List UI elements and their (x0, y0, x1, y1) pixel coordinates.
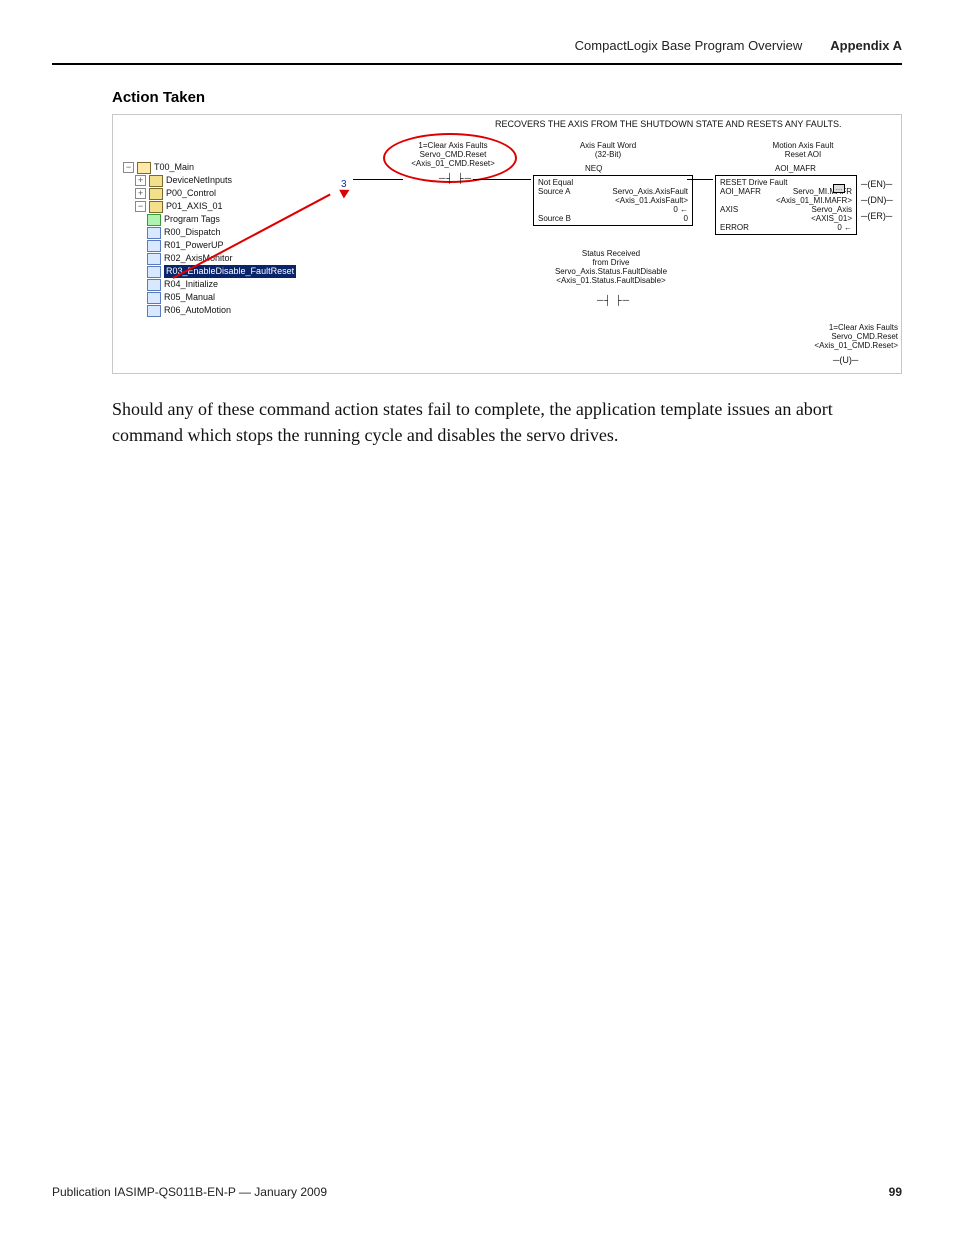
neq-src-a-val: 0 ← (538, 205, 688, 214)
tree-item[interactable]: P00_Control (166, 187, 216, 200)
body-paragraph: Should any of these command action state… (112, 396, 902, 448)
header-rule (52, 63, 902, 65)
neq-label: Not Equal (538, 178, 688, 187)
tree-item[interactable]: R01_PowerUP (164, 239, 224, 252)
aoi-dn: ─(DN)─ (861, 195, 893, 205)
neq-short: NEQ (585, 164, 602, 173)
footer-page-number: 99 (889, 1185, 902, 1199)
section-heading: Action Taken (112, 89, 902, 106)
xic2-label: Status Received from Drive Servo_Axis.St… (531, 249, 691, 285)
tree-item[interactable]: R00_Dispatch (164, 226, 221, 239)
aoi-row3: ERROR0 ← (720, 223, 852, 232)
routine-icon (147, 292, 161, 304)
header-title: CompactLogix Base Program Overview (575, 38, 803, 53)
neq-src-a-tag: <Axis_01.AxisFault> (538, 196, 688, 205)
rung-comment: RECOVERS THE AXIS FROM THE SHUTDOWN STAT… (495, 119, 842, 129)
routine-icon (147, 253, 161, 265)
page-footer: Publication IASIMP-QS011B-EN-P — January… (52, 1185, 902, 1199)
program-icon (149, 201, 163, 213)
xic-contact-icon: ─┤ ├─ (439, 173, 472, 183)
rung-wire (473, 179, 531, 180)
tree-root[interactable]: T00_Main (154, 161, 194, 174)
routine-icon (147, 227, 161, 239)
collapse-icon[interactable] (135, 201, 146, 212)
routine-icon (147, 279, 161, 291)
program-icon (149, 175, 163, 187)
neq-instruction: Not Equal Source AServo_Axis.AxisFault <… (533, 175, 693, 226)
page-header: CompactLogix Base Program Overview Appen… (52, 38, 902, 53)
ladder-screenshot: RECOVERS THE AXIS FROM THE SHUTDOWN STAT… (112, 114, 902, 374)
aoi-en: ─(EN)─ (861, 179, 892, 189)
program-icon (149, 188, 163, 200)
expand-icon[interactable] (135, 175, 146, 186)
header-appendix: Appendix A (830, 38, 902, 53)
aoi-title: Motion Axis Fault Reset AOI (743, 141, 863, 159)
aoi-row2: AXISServo_Axis (720, 205, 852, 214)
tree-item[interactable]: R04_Initialize (164, 278, 218, 291)
xic2-contact-icon: ─┤ ├─ (597, 295, 630, 305)
xic-label: 1=Clear Axis Faults Servo_CMD.Reset <Axi… (403, 141, 503, 168)
page: CompactLogix Base Program Overview Appen… (0, 0, 954, 1235)
callout-arrowhead (339, 185, 352, 198)
tags-icon (147, 214, 161, 226)
project-tree: T00_Main DeviceNetInputs P00_Control P01… (123, 161, 296, 317)
task-icon (137, 162, 151, 174)
aoi-short: AOI_MAFR (775, 164, 816, 173)
rung-wire (353, 179, 403, 180)
tree-item[interactable]: R05_Manual (164, 291, 215, 304)
tree-item[interactable]: R06_AutoMotion (164, 304, 231, 317)
otu-label: 1=Clear Axis Faults Servo_CMD.Reset <Axi… (793, 323, 898, 350)
aoi-ellipsis-button[interactable]: … (833, 184, 845, 193)
tree-item[interactable]: P01_AXIS_01 (166, 200, 223, 213)
routine-icon (147, 305, 161, 317)
expand-icon[interactable] (135, 188, 146, 199)
collapse-icon[interactable] (123, 162, 134, 173)
neq-src-b: Source B0 (538, 214, 688, 223)
aoi-row1-tag: <Axis_01_MI.MAFR> (720, 196, 852, 205)
aoi-row2-tag: <AXIS_01> (720, 214, 852, 223)
aoi-er: ─(ER)─ (861, 211, 892, 221)
tree-item[interactable]: Program Tags (164, 213, 220, 226)
tree-item[interactable]: DeviceNetInputs (166, 174, 232, 187)
neq-title: Axis Fault Word (32-Bit) (553, 141, 663, 159)
routine-icon (147, 240, 161, 252)
routine-icon (147, 266, 161, 278)
footer-publication: Publication IASIMP-QS011B-EN-P — January… (52, 1185, 327, 1199)
rung-wire (687, 179, 713, 180)
neq-src-a: Source AServo_Axis.AxisFault (538, 187, 688, 196)
otu-coil-icon: ─(U)─ (833, 355, 858, 365)
